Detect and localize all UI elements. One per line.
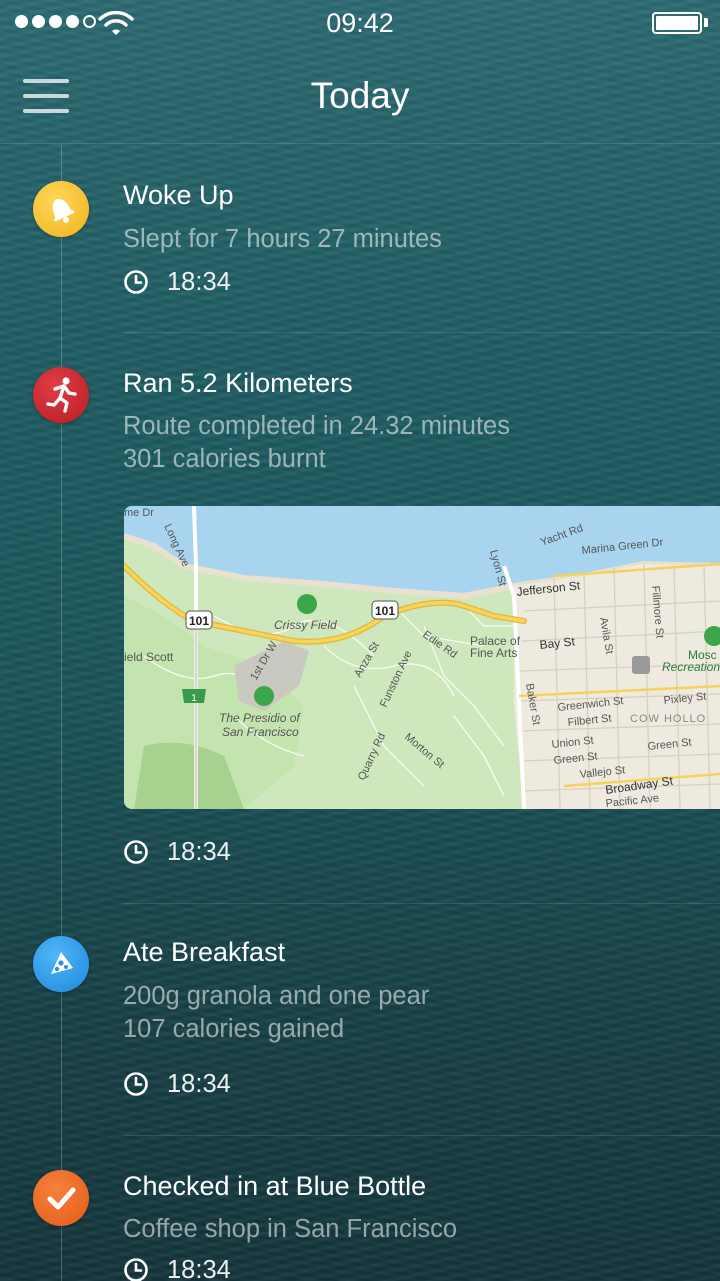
entry-time-text: 18:34 [167,1256,231,1281]
clock-icon [124,1258,148,1281]
entry-subtitle: Coffee shop in San Francisco [123,1215,458,1243]
timeline-entry-check-in[interactable]: Checked in at Blue Bottle Coffee shop in… [0,0,720,1281]
entry-title: Checked in at Blue Bottle [123,1171,427,1201]
checkmark-icon [33,1170,89,1226]
